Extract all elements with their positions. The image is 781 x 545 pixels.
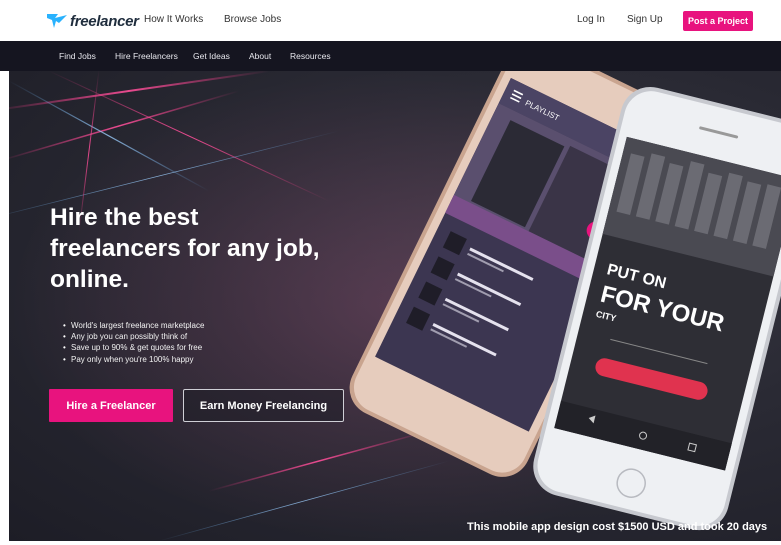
nav-item-find-jobs[interactable]: Find Jobs	[59, 51, 96, 61]
hero-caption: This mobile app design cost $1500 USD an…	[467, 521, 768, 533]
nav-item-resources[interactable]: Resources	[290, 51, 331, 61]
hero-section: PLAYLIST PUT ON FOR YOUR CITY Hire the b…	[9, 71, 781, 541]
list-item: World's largest freelance marketplace	[63, 320, 204, 331]
headline-line-1: Hire the best	[50, 204, 199, 231]
hero-benefits-list: World's largest freelance marketplace An…	[63, 320, 204, 365]
phones-illustration: PLAYLIST PUT ON FOR YOUR CITY	[349, 71, 781, 531]
nav-item-get-ideas[interactable]: Get Ideas	[193, 51, 230, 61]
post-project-button[interactable]: Post a Project	[683, 11, 753, 31]
headline-line-2: freelancers for any job,	[50, 235, 320, 262]
list-item: Save up to 90% & get quotes for free	[63, 342, 204, 353]
freelancer-logo[interactable]: freelancer	[46, 12, 139, 30]
signup-link[interactable]: Sign Up	[627, 14, 663, 25]
how-it-works-link[interactable]: How It Works	[144, 14, 203, 25]
nav-item-hire-freelancers[interactable]: Hire Freelancers	[115, 51, 178, 61]
top-header: freelancer How It Works Browse Jobs Log …	[0, 0, 781, 41]
list-item: Pay only when you're 100% happy	[63, 354, 204, 365]
hero-headline: Hire the best freelancers for any job, o…	[50, 202, 380, 295]
headline-line-3: online.	[50, 266, 129, 293]
list-item: Any job you can possibly think of	[63, 331, 204, 342]
browse-jobs-link[interactable]: Browse Jobs	[224, 14, 281, 25]
login-link[interactable]: Log In	[577, 14, 605, 25]
secondary-nav: Find Jobs Hire Freelancers Get Ideas Abo…	[0, 41, 781, 71]
freelancer-bird-logo-icon	[47, 14, 67, 28]
logo-text: freelancer	[70, 12, 139, 30]
nav-item-about[interactable]: About	[249, 51, 271, 61]
hire-freelancer-button[interactable]: Hire a Freelancer	[49, 389, 173, 422]
earn-money-button[interactable]: Earn Money Freelancing	[183, 389, 344, 422]
